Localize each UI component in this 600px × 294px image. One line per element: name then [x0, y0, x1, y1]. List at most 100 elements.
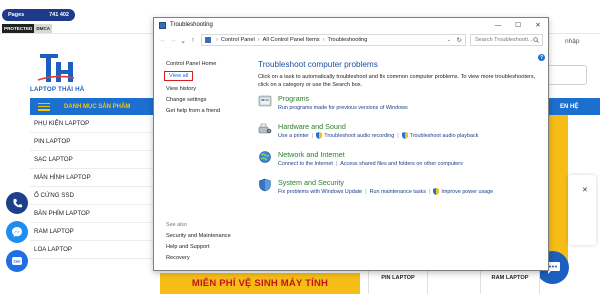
- link-separator: |: [428, 188, 431, 195]
- promo-banner[interactable]: MIỄN PHÍ VỆ SINH MÁY TÍNH: [160, 273, 360, 294]
- pages-counter-badge: Pages 741 402: [2, 9, 75, 21]
- zalo-button[interactable]: Zalo: [6, 250, 28, 272]
- programs-icon: [258, 95, 272, 107]
- category-title[interactable]: Programs: [278, 93, 543, 103]
- network-internet-icon: [259, 151, 271, 163]
- maximize-button[interactable]: ☐: [508, 18, 528, 32]
- category-list: PHỤ KIỆN LAPTOP PIN LAPTOP SẠC LAPTOP MÀ…: [30, 115, 160, 265]
- view-history-link[interactable]: View history: [166, 83, 256, 94]
- change-settings-link[interactable]: Change settings: [166, 94, 256, 105]
- chevron-right-icon: ›: [257, 37, 260, 43]
- login-link[interactable]: nhập: [565, 38, 579, 45]
- page-description: Click on a task to automatically trouble…: [258, 74, 536, 88]
- control-panel-home-link[interactable]: Control Panel Home: [166, 58, 256, 69]
- product-tile[interactable]: PIN LAPTOP: [368, 270, 428, 294]
- search-input[interactable]: Search Troubleshooti...: [470, 34, 543, 46]
- control-panel-icon: [159, 21, 166, 29]
- get-help-link[interactable]: Get help from a friend: [166, 105, 256, 116]
- category-title[interactable]: Hardware and Sound: [278, 121, 543, 131]
- folder-icon: [205, 37, 211, 43]
- recent-locations-icon[interactable]: ⌄: [178, 37, 188, 45]
- category-item[interactable]: PHỤ KIỆN LAPTOP: [30, 115, 159, 133]
- task-link[interactable]: Connect to the Internet: [278, 161, 333, 167]
- back-arrow-icon[interactable]: ←: [158, 37, 168, 44]
- task-link[interactable]: Access shared files and folders on other…: [340, 161, 463, 167]
- pages-label: Pages: [8, 12, 25, 18]
- hardware-sound-icon: [258, 123, 272, 134]
- link-separator: |: [311, 132, 314, 139]
- see-also-heading: See also: [166, 222, 187, 228]
- security-maintenance-link[interactable]: Security and Maintenance: [166, 230, 231, 241]
- chevron-right-icon: ›: [216, 37, 218, 43]
- admin-shield-icon: [401, 132, 408, 139]
- svg-text:Zalo: Zalo: [14, 260, 21, 264]
- forward-arrow-icon[interactable]: →: [168, 37, 178, 44]
- category-item[interactable]: LOA LAPTOP: [30, 241, 159, 259]
- dmca-badge[interactable]: PROTECTED DMCA: [2, 24, 57, 33]
- task-link[interactable]: Run programs made for previous versions …: [278, 105, 408, 111]
- main-content: Troubleshoot computer problems Click on …: [258, 60, 543, 205]
- search-icon: [533, 37, 539, 43]
- breadcrumb-all-items[interactable]: All Control Panel Items: [263, 37, 320, 43]
- window-title: Troubleshooting: [170, 22, 213, 28]
- zalo-icon: Zalo: [12, 257, 22, 265]
- troubleshooting-window: Troubleshooting — ☐ ✕ ← → ⌄ ↑ › Control …: [153, 17, 549, 271]
- minimize-button[interactable]: —: [488, 18, 508, 32]
- task-link[interactable]: Run maintenance tasks: [370, 189, 426, 195]
- breadcrumb-troubleshooting[interactable]: Troubleshooting: [327, 37, 367, 43]
- task-link[interactable]: Use a printer: [278, 133, 309, 139]
- hamburger-icon: [38, 102, 50, 112]
- pages-count: 741 402: [49, 12, 69, 18]
- category-links: Connect to the Internet | Access shared …: [278, 159, 543, 168]
- dmca-label: DMCA: [34, 24, 53, 33]
- link-separator: |: [365, 188, 367, 195]
- system-security-icon: [259, 178, 271, 192]
- category-item[interactable]: Ổ CỨNG SSD: [30, 187, 159, 205]
- chevron-down-icon[interactable]: ⌄: [447, 37, 451, 43]
- address-bar[interactable]: › Control Panel › All Control Panel Item…: [201, 34, 466, 46]
- category-item[interactable]: BÀN PHÍM LAPTOP: [30, 205, 159, 223]
- left-pane: Control Panel Home View all View history…: [164, 58, 256, 116]
- dmca-protected-label: PROTECTED: [2, 24, 35, 33]
- product-tile[interactable]: RAM LAPTOP: [480, 270, 540, 294]
- contact-menu-item[interactable]: EN HỆ: [546, 98, 600, 115]
- admin-shield-icon: [316, 132, 323, 139]
- category-item[interactable]: SẠC LAPTOP: [30, 151, 159, 169]
- task-link[interactable]: Improve power usage: [441, 189, 493, 195]
- category-system-security: System and Security Fix problems with Wi…: [258, 177, 543, 205]
- search-placeholder: Search Troubleshooti...: [475, 37, 533, 43]
- link-separator: |: [397, 132, 399, 139]
- help-support-link[interactable]: Help and Support: [166, 241, 231, 252]
- category-item[interactable]: PIN LAPTOP: [30, 133, 159, 151]
- category-item[interactable]: RAM LAPTOP: [30, 223, 159, 241]
- category-title[interactable]: System and Security: [278, 177, 543, 187]
- category-title[interactable]: Network and Internet: [278, 149, 543, 159]
- close-button[interactable]: ✕: [528, 18, 548, 32]
- page-title: Troubleshoot computer problems: [258, 60, 378, 69]
- popup-close-icon[interactable]: ✕: [582, 186, 588, 194]
- task-link[interactable]: Troubleshoot audio recording: [324, 133, 394, 139]
- link-separator: |: [335, 160, 338, 167]
- admin-shield-icon: [433, 188, 440, 195]
- messenger-button[interactable]: [6, 221, 28, 243]
- category-hardware-sound: Hardware and Sound Use a printer | Troub…: [258, 121, 543, 149]
- refresh-icon[interactable]: ↻: [457, 36, 462, 44]
- category-network-internet: Network and Internet Connect to the Inte…: [258, 149, 543, 177]
- phone-button[interactable]: [6, 192, 28, 214]
- up-arrow-icon[interactable]: ↑: [188, 37, 198, 44]
- category-item[interactable]: MÀN HÌNH LAPTOP: [30, 169, 159, 187]
- logo-text: LAPTOP THÁI HÀ: [30, 86, 85, 93]
- messenger-icon: [12, 227, 22, 237]
- task-link[interactable]: Troubleshoot audio playback: [410, 133, 479, 139]
- category-programs: Programs Run programs made for previous …: [258, 93, 543, 121]
- recovery-link[interactable]: Recovery: [166, 252, 231, 263]
- task-link[interactable]: Fix problems with Windows Update: [278, 189, 362, 195]
- category-menu-bar[interactable]: DANH MỤC SẢN PHẨM: [30, 98, 160, 115]
- view-all-row: View all: [164, 69, 256, 83]
- site-logo[interactable]: LAPTOP THÁI HÀ: [28, 52, 98, 96]
- phone-icon: [12, 198, 22, 207]
- title-bar[interactable]: Troubleshooting — ☐ ✕: [154, 18, 548, 32]
- breadcrumb-control-panel[interactable]: Control Panel: [221, 37, 255, 43]
- view-all-link[interactable]: View all: [164, 71, 194, 81]
- site-search-input[interactable]: [547, 65, 587, 85]
